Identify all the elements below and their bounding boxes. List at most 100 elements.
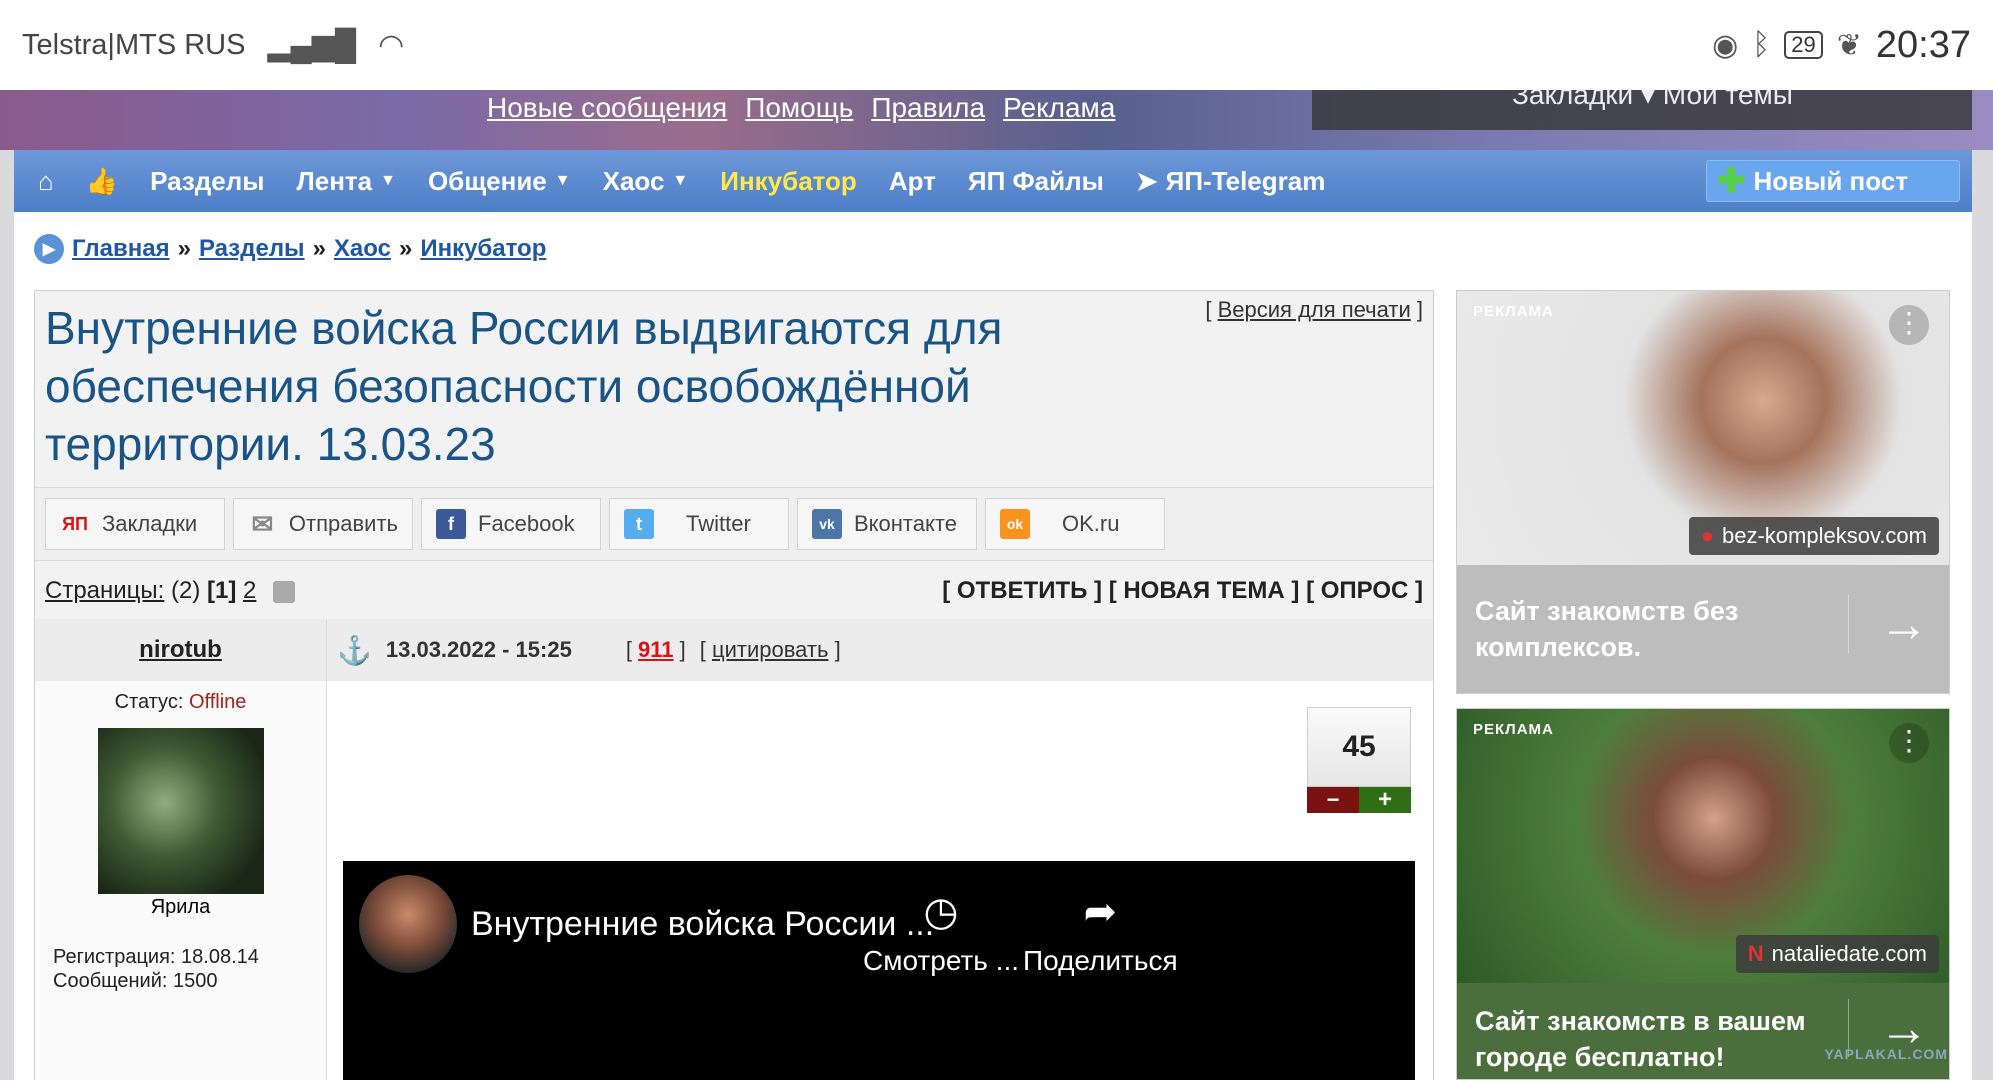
caret-down-icon: ▼ <box>380 172 396 189</box>
crumb-chaos[interactable]: Хаос <box>334 235 391 263</box>
main-nav: ⌂ 👍 Разделы Лента ▼ Общение ▼ Хаос ▼ Инкуба… <box>14 150 1972 212</box>
poll-button[interactable]: [ ОПРОС ] <box>1306 577 1423 604</box>
clock: 20:37 <box>1875 23 1971 66</box>
nav-item-telegram[interactable]: ➤ ЯП-Telegram <box>1136 166 1326 197</box>
pagination: Страницы: (2) [1] 2 <box>45 577 296 605</box>
author-status: Статус: Offline <box>114 691 247 713</box>
bluetooth-icon: ᛒ <box>1752 28 1771 61</box>
post-body: ⚓ 13.03.2022 - 15:25 [ 911 ] [ цитироват… <box>327 619 1433 1080</box>
arrow-right-icon[interactable]: → <box>1848 595 1929 653</box>
reply-button[interactable]: [ ОТВЕТИТЬ ] <box>942 577 1102 604</box>
pages-label: Страницы: <box>45 577 165 604</box>
rating-buttons: − + <box>1307 787 1411 813</box>
post-date: 13.03.2022 - 15:25 <box>385 637 572 662</box>
top-link-rules[interactable]: Правила <box>871 92 985 124</box>
telegram-icon: ➤ <box>1135 165 1158 196</box>
site-banner: Новые сообщения Помощь Правила Реклама З… <box>0 81 1993 150</box>
nav-item-feed[interactable]: Лента ▼ <box>296 166 395 197</box>
user-menu[interactable]: Закладки ▾ Мои темы <box>1312 81 1972 130</box>
play-icon: ▶ <box>34 234 64 264</box>
pagination-row: Страницы: (2) [1] 2 [ ОТВЕТИТЬ ] [ НОВАЯ… <box>35 563 1433 619</box>
wifi-icon: ◠ <box>378 28 405 62</box>
registration-date: Регистрация: 18.08.14 <box>53 946 259 968</box>
ok-icon: ok <box>1000 509 1030 539</box>
rating-widget: 45 − + <box>1307 707 1411 813</box>
nav-item-sections[interactable]: Разделы <box>150 166 264 197</box>
post: nirotub Статус: Offline Ярила Регистраци… <box>35 619 1433 1080</box>
quote-link[interactable]: цитировать <box>712 637 828 662</box>
topic-panel: Внутренние войска России выдвигаются для… <box>34 290 1434 1080</box>
avatar[interactable] <box>97 728 264 894</box>
signal-icon: ▂▄▆█ <box>267 28 357 62</box>
topic-actions: [ ОТВЕТИТЬ ] [ НОВАЯ ТЕМА ] [ ОПРОС ] <box>942 577 1423 605</box>
new-post-button[interactable]: ✚ Новый пост <box>1706 160 1960 202</box>
channel-avatar[interactable] <box>359 875 457 973</box>
ad-banner[interactable]: РЕКЛАМА ⋮ Nnataliedate.com Сайт знакомст… <box>1456 708 1950 1080</box>
watch-later-button[interactable]: ◷ Смотреть ... <box>863 889 1019 977</box>
n-logo-icon: N <box>1747 941 1764 966</box>
ad-footer: Сайт знакомств без комплексов. → <box>1457 565 1949 693</box>
eye-icon: ◉ <box>1712 28 1739 62</box>
nav-item-chaos[interactable]: Хаос ▼ <box>603 166 689 197</box>
clock-icon: ◷ <box>923 890 959 934</box>
nav-item-incubator[interactable]: Инкубатор <box>720 166 857 197</box>
print-version-link[interactable]: Версия для печати <box>1218 297 1411 322</box>
ad-tag: РЕКЛАМА <box>1473 303 1554 320</box>
post-author-panel: nirotub Статус: Offline Ярила Регистраци… <box>35 619 327 1080</box>
page-2-link[interactable]: 2 <box>243 577 256 604</box>
thumbs-up-icon[interactable]: 👍 <box>86 166 118 197</box>
page-title: Внутренние войска России выдвигаются для… <box>45 302 1003 470</box>
quote: [ цитировать ] <box>699 637 841 662</box>
nav-item-art[interactable]: Арт <box>889 166 936 197</box>
share-video-button[interactable]: ➦ Поделиться <box>1023 889 1178 977</box>
rating-value: 45 <box>1307 707 1411 787</box>
new-topic-button[interactable]: [ НОВАЯ ТЕМА ] <box>1109 577 1300 604</box>
print-version: [ Версия для печати ] <box>1205 297 1423 322</box>
main-content: ▶ Главная » Разделы » Хаос » Инкубатор В… <box>14 212 1972 1080</box>
ad-banner[interactable]: РЕКЛАМА ⋮ ● bez-kompleksov.com Сайт знако… <box>1456 290 1950 694</box>
nav-item-files[interactable]: ЯП Файлы <box>968 166 1104 197</box>
breadcrumb: ▶ Главная » Разделы » Хаос » Инкубатор <box>34 234 546 264</box>
ad-footer: Сайт знакомств в вашем городе бесплатно!… <box>1457 983 1949 1079</box>
crumb-home[interactable]: Главная <box>72 235 170 263</box>
post-number-link[interactable]: 911 <box>638 637 674 662</box>
status-bar: Telstra|MTS RUS ▂▄▆█ ◠ ◉ ᛒ 29 ❦ 20:37 <box>0 0 1993 90</box>
anchor-icon[interactable]: ⚓ <box>337 634 372 667</box>
leaf-icon: ❦ <box>1836 28 1862 62</box>
caret-down-icon: ▼ <box>554 172 571 189</box>
crumb-incubator[interactable]: Инкубатор <box>420 235 546 263</box>
battery-icon: 29 <box>1784 31 1823 59</box>
rate-up-button[interactable]: + <box>1359 787 1411 813</box>
heart-icon: ● <box>1700 523 1714 548</box>
more-options-icon[interactable]: ⋮ <box>1889 305 1929 345</box>
author-stats: Регистрация: 18.08.14 Сообщений: 1500 <box>53 945 326 993</box>
nav-item-communication[interactable]: Общение ▼ <box>428 166 571 197</box>
share-ok-button[interactable]: ok OK.ru <box>985 498 1165 550</box>
mail-icon: ✉ <box>251 508 274 539</box>
home-icon[interactable]: ⌂ <box>38 166 54 197</box>
share-bookmarks-button[interactable]: ЯП Закладки <box>45 498 225 550</box>
twitter-icon: t <box>624 509 654 539</box>
avatar-caption: Ярила <box>150 896 211 918</box>
share-twitter-button[interactable]: t Twitter <box>609 498 789 550</box>
share-email-button[interactable]: ✉ Отправить <box>233 498 413 550</box>
site-watermark: YAPLAKAL.COM <box>1824 1046 1948 1062</box>
top-link-new-messages[interactable]: Новые сообщения <box>487 92 727 124</box>
top-link-help[interactable]: Помощь <box>745 92 853 124</box>
crumb-sections[interactable]: Разделы <box>199 235 305 263</box>
web-page: Новые сообщения Помощь Правила Реклама З… <box>0 81 1993 1080</box>
post-header: ⚓ 13.03.2022 - 15:25 [ 911 ] [ цитироват… <box>327 619 1433 681</box>
author-header: nirotub <box>35 619 326 681</box>
share-vk-button[interactable]: vk Вконтакте <box>797 498 977 550</box>
post-number: [ 911 ] <box>625 637 686 662</box>
page-current: [1] <box>207 577 237 604</box>
more-options-icon[interactable]: ⋮ <box>1889 723 1929 763</box>
rate-down-button[interactable]: − <box>1307 787 1359 813</box>
top-link-ads[interactable]: Реклама <box>1003 92 1115 124</box>
author-name[interactable]: nirotub <box>139 636 222 664</box>
facebook-icon: f <box>436 509 466 539</box>
plus-icon: ✚ <box>1717 162 1746 200</box>
pages-dropdown-icon[interactable] <box>273 580 296 603</box>
share-facebook-button[interactable]: f Facebook <box>421 498 601 550</box>
video-embed[interactable]: Внутренние войска России ... ◷ Смотреть … <box>343 861 1415 1080</box>
